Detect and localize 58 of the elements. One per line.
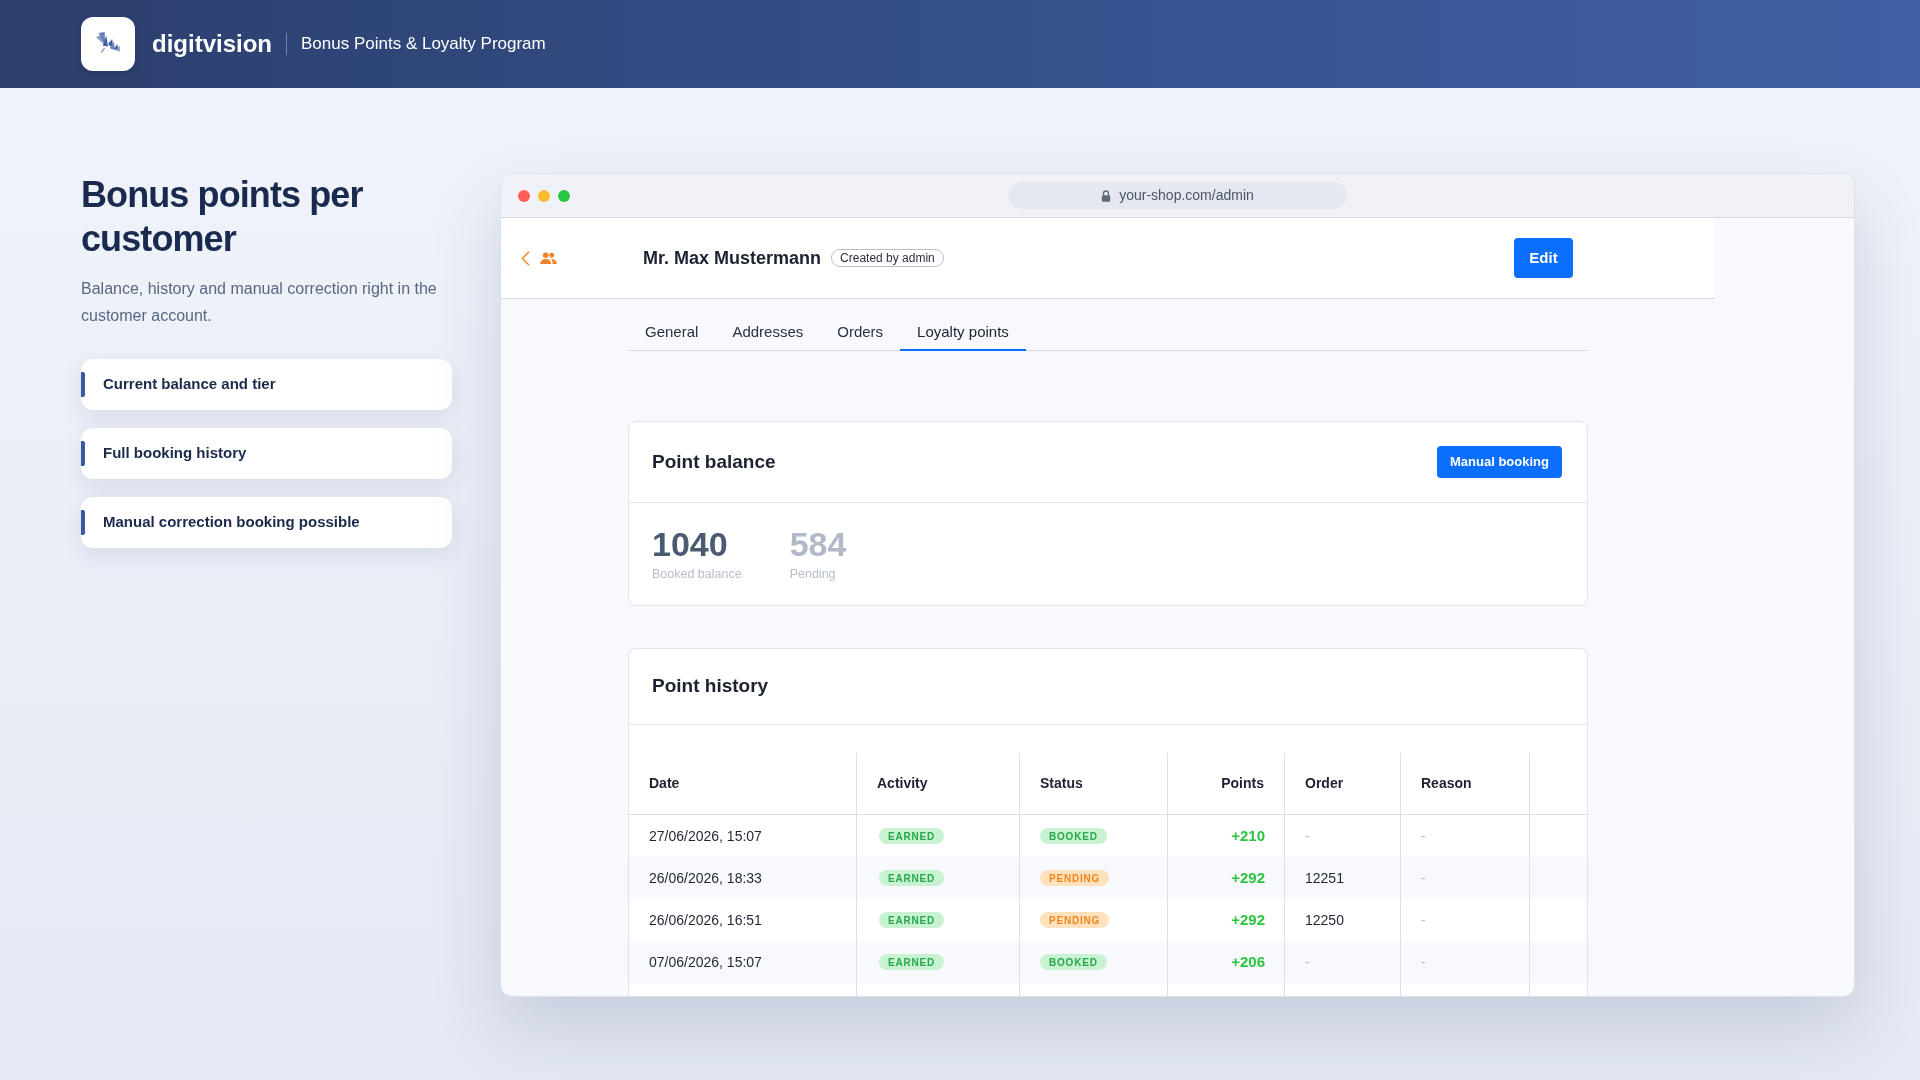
table-cell-text: 26/06/2026, 18:33 [649,868,762,888]
status-badge: PENDING [1040,870,1110,886]
activity-badge: EARNED [879,870,945,886]
feature-label: Full booking history [103,443,247,464]
manual-booking-button[interactable]: Manual booking [1437,446,1562,478]
column-header: Points [1221,774,1264,793]
tab[interactable]: General [628,315,716,351]
activity-badge: EARNED [879,912,945,928]
table-cell-text: - [1421,826,1426,846]
back-icon[interactable] [521,250,530,266]
feature-label: Current balance and tier [103,374,276,395]
table-cell-text: +292 [1231,909,1265,930]
column-header: Order [1305,774,1344,793]
table-cell-text: +292 [1231,867,1265,888]
column-header: Reason [1421,774,1472,793]
column-header: Date [649,774,680,793]
stat-value: 1040 [652,524,729,563]
table-cell-text: +210 [1231,825,1265,846]
feature-label: Manual correction booking possible [103,512,360,533]
table-cell-text: 26/06/2026, 16:51 [649,910,762,930]
table-cell-text: 12250 [1305,910,1344,930]
status-badge: BOOKED [1040,954,1107,970]
users-icon [540,251,557,265]
status-badge: PENDING [1040,912,1110,928]
column-header: Status [1040,774,1083,793]
customer-name: Mr. Max Mustermann [643,246,822,270]
table-cell-text: - [1421,952,1426,972]
address-bar[interactable]: your-shop.com/admin [1008,182,1347,209]
table-cell-text: - [1421,868,1426,888]
intro-title: Bonus points per customer [81,173,364,261]
table-cell-text: - [1305,826,1310,846]
table-cell-text: 07/06/2026, 15:07 [649,952,762,972]
tab[interactable]: Orders [820,315,901,351]
table-cell-text: - [1421,910,1426,930]
logo-icon [81,17,135,71]
activity-badge: EARNED [879,828,945,844]
lock-icon [1101,189,1112,202]
accent-bar-icon [81,441,85,466]
tab[interactable]: Loyalty points [900,315,1026,351]
edit-button[interactable]: Edit [1514,238,1573,278]
brand-name: digitvision [152,29,272,59]
table-cell-text: +206 [1231,951,1265,972]
card-title: Point balance [652,449,776,474]
stat-label: Booked balance [652,565,742,583]
status-badge: BOOKED [1040,828,1107,844]
tab[interactable]: Addresses [715,315,821,351]
stat-value: 584 [789,524,847,563]
table-cell-text: - [1305,952,1310,972]
accent-bar-icon [81,510,85,535]
table-cell-text: 12251 [1305,868,1344,888]
accent-bar-icon [81,372,85,397]
card-title: Point history [652,674,769,699]
activity-badge: EARNED [879,954,945,970]
column-header: Activity [877,774,928,793]
intro-description: Balance, history and manual correction right in the customer account. [81,279,438,326]
table-cell-text: 27/06/2026, 15:07 [649,826,762,846]
stat-label: Pending [789,565,837,583]
app-subtitle: Bonus Points & Loyalty Program [301,33,546,56]
